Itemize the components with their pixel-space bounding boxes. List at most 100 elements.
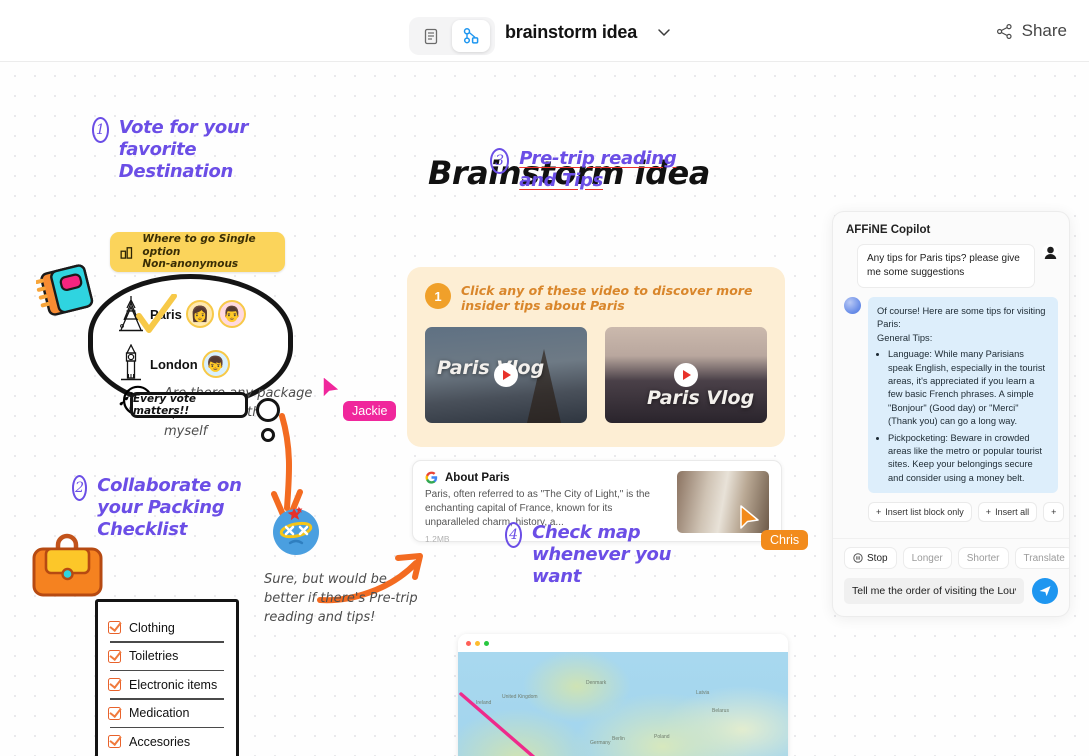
insert-list-block-button[interactable]: + Insert list block only bbox=[868, 502, 972, 523]
map-body[interactable]: Ireland United Kingdom France Spain Germ… bbox=[458, 652, 788, 756]
section-heading-1: 1 Vote for your favorite Destination bbox=[92, 117, 312, 183]
checkbox-checked-icon[interactable] bbox=[108, 706, 121, 720]
checklist-label: Toiletries bbox=[129, 649, 179, 664]
avatar[interactable]: 👦 bbox=[201, 350, 230, 378]
checklist-label: Accesories bbox=[129, 734, 191, 749]
avatar[interactable]: 👩 bbox=[185, 300, 214, 328]
checklist-label: Clothing bbox=[129, 620, 175, 635]
ai-avatar bbox=[844, 297, 861, 314]
packing-checklist[interactable]: Clothing Toiletries Electronic items Med… bbox=[95, 599, 239, 756]
user-message-row: Any tips for Paris tips? please give me … bbox=[844, 244, 1058, 288]
user-avatar-icon bbox=[1044, 246, 1056, 259]
stop-button[interactable]: Stop bbox=[844, 547, 897, 569]
insert-list-block-label: Insert list block only bbox=[885, 507, 964, 518]
poll-option-london[interactable]: London 👦 bbox=[116, 344, 230, 384]
page-mode-button[interactable] bbox=[412, 20, 450, 52]
translate-button[interactable]: Translate bbox=[1014, 547, 1069, 569]
cursor-label-jackie: Jackie bbox=[343, 401, 397, 421]
bubble-tail-large bbox=[256, 398, 280, 422]
user-avatar bbox=[1042, 244, 1058, 260]
play-icon[interactable] bbox=[494, 363, 518, 387]
tips-header: 1 Click any of these video to discover m… bbox=[425, 283, 767, 313]
checklist-item[interactable]: Clothing bbox=[98, 614, 236, 641]
section-number-3: 3 bbox=[490, 148, 510, 174]
chevron-down-icon bbox=[658, 29, 670, 36]
window-minimize-dot[interactable] bbox=[475, 640, 480, 646]
poll-bar-chart-icon bbox=[120, 246, 133, 259]
share-button[interactable]: Share bbox=[996, 21, 1067, 41]
ai-intro-line-1: Of course! Here are some tips for visiti… bbox=[877, 306, 1046, 330]
ai-bullet: Pickpocketing: Beware in crowded areas l… bbox=[888, 432, 1049, 486]
video-thumbnail-2[interactable]: Paris Vlog bbox=[605, 327, 767, 423]
title-dropdown-button[interactable] bbox=[655, 25, 673, 43]
edgeless-mode-button[interactable] bbox=[452, 20, 490, 52]
copilot-title: AFFiNE Copilot bbox=[846, 224, 931, 236]
translate-label: Translate bbox=[1023, 552, 1065, 564]
stop-label: Stop bbox=[867, 552, 888, 564]
cursor-jackie-pointer bbox=[322, 375, 341, 399]
plus-icon: + bbox=[985, 507, 992, 518]
poll-footer-note: Every vote matters!! bbox=[130, 392, 248, 418]
poll-option-label-london: London bbox=[150, 356, 198, 372]
poll-footer-text: Every vote matters!! bbox=[133, 393, 197, 417]
insert-all-button[interactable]: + Insert all bbox=[977, 502, 1038, 523]
checklist-item[interactable]: Electronic items bbox=[98, 671, 236, 698]
play-icon[interactable] bbox=[674, 363, 698, 387]
tips-card[interactable]: 1 Click any of these video to discover m… bbox=[407, 267, 785, 447]
window-maximize-dot[interactable] bbox=[484, 640, 489, 646]
checklist-item[interactable]: Medication bbox=[98, 700, 236, 727]
avatar[interactable]: 👨 bbox=[217, 300, 246, 328]
longer-label: Longer bbox=[911, 552, 943, 564]
cursor-chris-pointer bbox=[740, 505, 759, 529]
ai-message-row: Of course! Here are some tips for visiti… bbox=[844, 297, 1058, 494]
google-icon bbox=[425, 471, 438, 484]
copilot-panel[interactable]: AFFiNE Copilot Any tips for Paris tips? … bbox=[832, 211, 1070, 617]
section-number-2: 2 bbox=[72, 475, 88, 501]
copilot-messages[interactable]: Any tips for Paris tips? please give me … bbox=[833, 244, 1069, 538]
checkbox-checked-icon[interactable] bbox=[108, 621, 121, 634]
video-thumbnail-1[interactable]: Paris Vlog bbox=[425, 327, 587, 423]
map-window-titlebar bbox=[458, 634, 788, 652]
checkbox-checked-icon[interactable] bbox=[108, 678, 121, 692]
briefcase-sticker bbox=[26, 530, 110, 609]
shorter-label: Shorter bbox=[966, 552, 1000, 564]
page-title[interactable]: brainstorm idea bbox=[505, 22, 637, 43]
insert-all-label: Insert all bbox=[995, 507, 1030, 518]
send-button[interactable] bbox=[1032, 578, 1058, 604]
bubble-tail-small bbox=[261, 428, 275, 442]
insert-more-button[interactable]: + bbox=[1043, 502, 1065, 523]
edgeless-mode-icon bbox=[463, 28, 479, 44]
top-bar: brainstorm idea Share bbox=[0, 0, 1089, 62]
mode-switch[interactable] bbox=[409, 17, 495, 55]
big-ben-icon bbox=[121, 344, 141, 381]
whiteboard-canvas[interactable]: Brainstorm idea 1 Vote for your favorite… bbox=[0, 62, 1089, 756]
poll-banner[interactable]: Where to go Single option Non-anonymous bbox=[110, 232, 285, 272]
copilot-input[interactable] bbox=[844, 578, 1024, 604]
stop-icon bbox=[853, 553, 863, 563]
video-title-2: Paris Vlog bbox=[647, 387, 755, 409]
checklist-item[interactable]: Accesories bbox=[98, 728, 236, 755]
poll-banner-line2: Non-anonymous bbox=[142, 258, 239, 271]
checkbox-checked-icon[interactable] bbox=[108, 735, 121, 749]
share-label: Share bbox=[1021, 21, 1067, 40]
user-message: Any tips for Paris tips? please give me … bbox=[857, 244, 1035, 288]
poll-banner-line1: Where to go Single option bbox=[142, 233, 256, 258]
checklist-label: Electronic items bbox=[129, 677, 218, 692]
map-window[interactable]: Ireland United Kingdom France Spain Germ… bbox=[458, 634, 788, 756]
section-heading-3: 3 Pre-trip reading and Tips bbox=[490, 148, 690, 192]
longer-button[interactable]: Longer bbox=[902, 547, 952, 569]
checkbox-checked-icon[interactable] bbox=[108, 649, 121, 663]
plus-icon: + bbox=[876, 507, 882, 518]
tips-text: Click any of these video to discover mor… bbox=[461, 283, 753, 313]
checklist-item[interactable]: Toiletries bbox=[98, 643, 236, 670]
vote-check-icon bbox=[136, 294, 177, 333]
share-icon bbox=[996, 23, 1012, 39]
shorter-button[interactable]: Shorter bbox=[957, 547, 1009, 569]
cursor-label-chris: Chris bbox=[761, 530, 809, 550]
section-title-1: Vote for your favorite Destination bbox=[118, 117, 249, 182]
document-icon bbox=[424, 28, 438, 44]
section-number-1: 1 bbox=[92, 117, 109, 143]
link-title: About Paris bbox=[445, 471, 510, 484]
sticky-text-2: Sure, but would be better if there's Pre… bbox=[264, 572, 418, 625]
window-close-dot[interactable] bbox=[466, 640, 471, 646]
